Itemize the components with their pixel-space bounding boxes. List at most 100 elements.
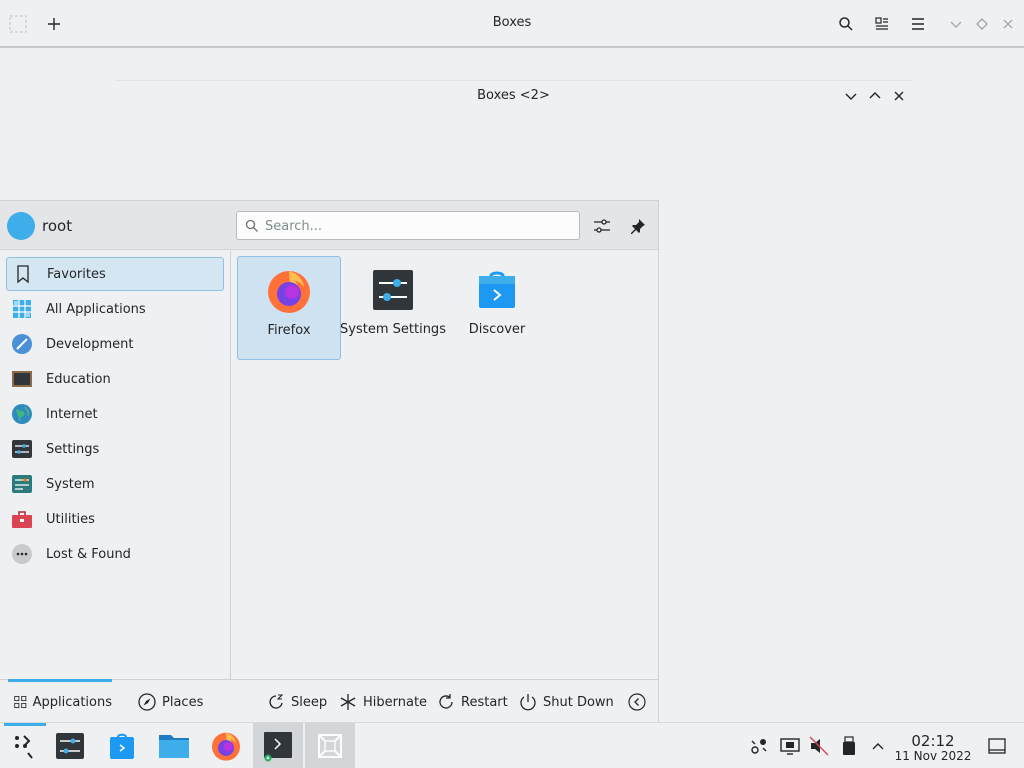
chevron-up-icon[interactable] <box>867 735 889 757</box>
snowflake-icon <box>340 694 356 710</box>
task-boxes[interactable] <box>305 723 355 768</box>
category-sidebar: Favorites All Applications Development E… <box>0 251 231 679</box>
taskbar: 02:12 11 Nov 2022 <box>0 722 1024 768</box>
launcher-header: root <box>0 201 658 250</box>
toolbox-icon <box>12 511 32 528</box>
more-icon <box>12 544 32 564</box>
favorite-label: System Settings <box>340 322 446 337</box>
tab-label: Applications <box>32 694 112 710</box>
chevron-left-icon <box>628 693 646 711</box>
username: root <box>42 217 73 235</box>
system-icon <box>12 475 32 493</box>
favorite-label: Discover <box>468 322 526 337</box>
category-education[interactable]: Education <box>6 362 224 396</box>
task-firefox[interactable] <box>201 723 251 768</box>
search-input[interactable] <box>265 216 565 236</box>
development-icon <box>12 334 32 354</box>
close-icon[interactable] <box>996 12 1020 36</box>
clock-time[interactable]: 02:12 <box>898 732 968 750</box>
category-label: Settings <box>46 441 100 457</box>
discover-icon <box>110 733 134 759</box>
application-launcher: root Favorites All Applications Developm… <box>0 200 659 723</box>
category-label: Education <box>46 371 111 387</box>
task-file-manager[interactable] <box>149 723 199 768</box>
category-all-applications[interactable]: All Applications <box>6 292 224 326</box>
category-internet[interactable]: Internet <box>6 397 224 431</box>
leave-button[interactable] <box>628 680 646 724</box>
favorite-discover[interactable]: Discover <box>445 256 549 360</box>
restart-icon <box>439 694 453 709</box>
show-desktop-icon[interactable] <box>986 735 1008 757</box>
favorite-system-settings[interactable]: System Settings <box>340 256 446 360</box>
terminal-icon <box>264 732 292 762</box>
power-label: Sleep <box>291 694 328 710</box>
system-settings-icon <box>56 733 84 759</box>
minimize-icon[interactable] <box>841 87 861 105</box>
power-icon <box>520 694 536 711</box>
shutdown-button[interactable]: Shut Down <box>519 680 614 724</box>
search-icon <box>245 219 258 232</box>
clock-date[interactable]: 11 Nov 2022 <box>893 749 973 763</box>
category-label: Utilities <box>46 511 95 527</box>
configure-icon[interactable] <box>590 214 614 238</box>
category-label: Development <box>46 336 134 352</box>
compass-icon <box>138 693 156 711</box>
task-system-settings[interactable] <box>45 723 95 768</box>
display-icon[interactable] <box>779 735 801 757</box>
tab-places[interactable]: Places <box>138 680 203 724</box>
category-lost-and-found[interactable]: Lost & Found <box>6 537 224 571</box>
connect-icon[interactable] <box>748 735 770 757</box>
launcher-icon <box>15 735 33 759</box>
power-label: Shut Down <box>543 694 614 710</box>
category-label: All Applications <box>46 301 146 317</box>
category-utilities[interactable]: Utilities <box>6 502 224 536</box>
education-icon <box>12 371 32 387</box>
boxes-window-2: Boxes <2> <box>115 80 912 202</box>
pin-icon[interactable] <box>626 214 650 238</box>
power-label: Restart <box>461 694 508 710</box>
favorites-grid: Firefox System Settings Discover <box>232 251 658 679</box>
restart-button[interactable]: Restart <box>437 680 508 724</box>
category-system[interactable]: System <box>6 467 224 501</box>
applications-grid-icon <box>14 695 27 709</box>
favorite-label: Firefox <box>267 323 311 338</box>
tab-applications[interactable]: Applications <box>8 679 112 724</box>
category-development[interactable]: Development <box>6 327 224 361</box>
firefox-icon <box>268 271 310 313</box>
avatar[interactable] <box>7 212 35 240</box>
globe-icon <box>12 404 32 424</box>
boxes-icon <box>318 734 342 758</box>
category-label: Favorites <box>47 266 106 282</box>
volume-muted-icon[interactable] <box>808 735 830 757</box>
favorite-firefox[interactable]: Firefox <box>237 256 341 360</box>
bookmark-icon <box>17 265 29 284</box>
task-konsole[interactable] <box>253 723 303 768</box>
menu-icon[interactable] <box>906 12 930 36</box>
tab-label: Places <box>162 694 204 710</box>
hibernate-button[interactable]: Hibernate <box>339 680 427 724</box>
usb-drive-icon[interactable] <box>838 735 860 757</box>
maximize-icon[interactable] <box>865 87 885 105</box>
search-field[interactable] <box>236 211 580 240</box>
close-icon[interactable] <box>889 87 909 105</box>
maximize-icon[interactable] <box>970 12 994 36</box>
window-title-2: Boxes <2> <box>477 88 550 103</box>
settings-icon <box>12 440 32 458</box>
firefox-icon <box>212 732 240 761</box>
category-settings[interactable]: Settings <box>6 432 224 466</box>
category-favorites[interactable]: Favorites <box>6 257 224 291</box>
minimize-icon[interactable] <box>944 12 968 36</box>
task-discover[interactable] <box>97 723 147 768</box>
category-label: System <box>46 476 95 492</box>
discover-icon <box>479 271 515 308</box>
category-label: Internet <box>46 406 98 422</box>
main-window-titlebar: Boxes <box>0 0 1024 48</box>
application-launcher-button[interactable] <box>0 723 50 768</box>
view-icon[interactable] <box>870 12 894 36</box>
search-icon[interactable] <box>834 12 858 36</box>
sleep-icon <box>269 694 284 709</box>
sleep-button[interactable]: Sleep <box>267 680 327 724</box>
launcher-footer: Applications Places Sleep Hibernate Rest… <box>0 679 658 723</box>
system-settings-icon <box>373 270 413 310</box>
category-label: Lost & Found <box>46 546 131 562</box>
